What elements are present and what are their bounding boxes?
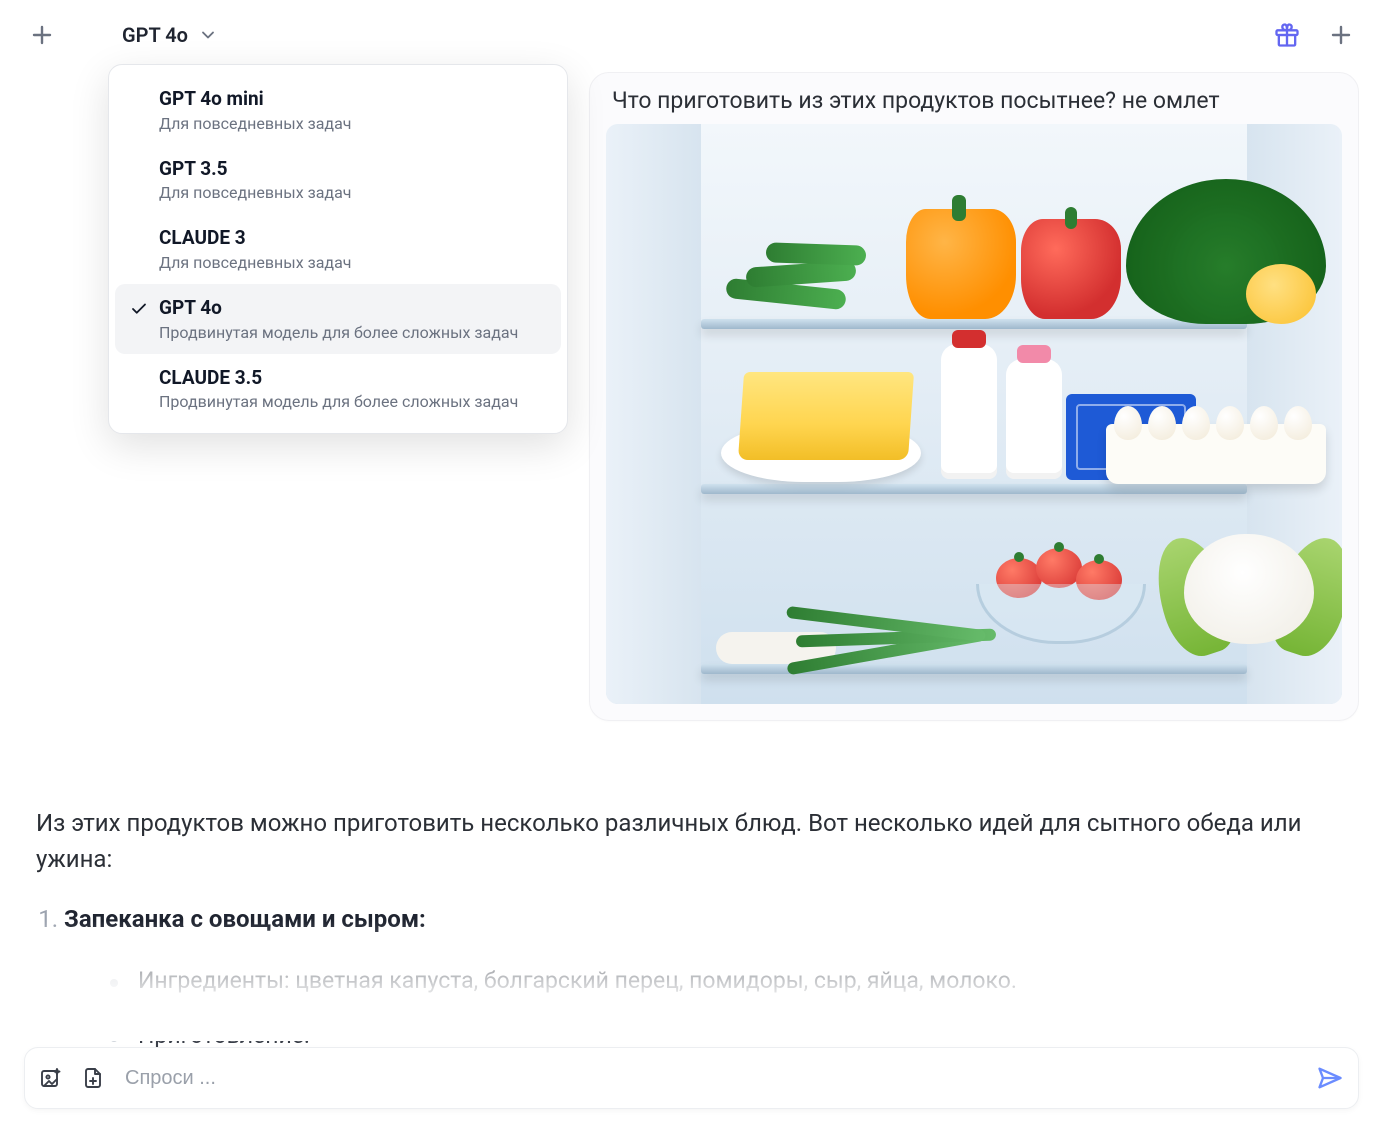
add-button[interactable]: [1323, 17, 1359, 53]
check-icon: [130, 300, 148, 318]
recipe-item: Запеканка с овощами и сыром: Ингредиенты…: [64, 905, 1356, 1049]
send-button[interactable]: [1316, 1064, 1344, 1092]
model-selector-label: GPT 4o: [122, 23, 188, 47]
model-option-title: CLAUDE 3.5: [159, 366, 518, 391]
recipe-bullet: Ингредиенты: цветная капуста, болгарский…: [110, 967, 1356, 994]
model-option-gpt4o-mini[interactable]: GPT 4o mini Для повседневных задач: [115, 75, 561, 145]
composer-input[interactable]: [123, 1066, 1298, 1091]
assistant-intro: Из этих продуктов можно приготовить неск…: [36, 805, 1356, 877]
recipe-title: Запеканка с овощами и сыром:: [64, 905, 426, 933]
image-sparkle-icon: [39, 1066, 63, 1090]
model-option-title: CLAUDE 3: [159, 226, 351, 251]
send-icon: [1316, 1064, 1344, 1092]
model-option-gpt35[interactable]: GPT 3.5 Для повседневных задач: [115, 145, 561, 215]
gift-button[interactable]: [1269, 17, 1305, 53]
model-option-gpt4o[interactable]: GPT 4o Продвинутая модель для более слож…: [115, 284, 561, 354]
user-attached-image[interactable]: [606, 124, 1342, 704]
plus-icon: [30, 23, 54, 47]
model-option-title: GPT 4o mini: [159, 87, 351, 112]
new-chat-button[interactable]: [24, 17, 60, 53]
model-option-subtitle: Продвинутая модель для более сложных зад…: [159, 323, 518, 342]
model-option-subtitle: Для повседневных задач: [159, 114, 351, 133]
model-option-claude35[interactable]: CLAUDE 3.5 Продвинутая модель для более …: [115, 354, 561, 424]
model-option-title: GPT 3.5: [159, 157, 351, 182]
plus-icon: [1329, 23, 1353, 47]
chevron-down-icon: [198, 25, 218, 45]
model-selector[interactable]: GPT 4o: [112, 17, 228, 53]
fridge-photo-illustration: [606, 124, 1342, 704]
model-option-title: GPT 4o: [159, 296, 518, 321]
user-message-text: Что приготовить из этих продуктов посытн…: [612, 87, 1342, 114]
image-attach-button[interactable]: [39, 1066, 63, 1090]
model-option-subtitle: Для повседневных задач: [159, 253, 351, 272]
recipe-bullet: Приготовление:: [110, 1022, 1356, 1049]
file-attach-button[interactable]: [81, 1066, 105, 1090]
user-message: Что приготовить из этих продуктов посытн…: [589, 72, 1359, 721]
model-option-subtitle: Продвинутая модель для более сложных зад…: [159, 392, 518, 411]
model-option-subtitle: Для повседневных задач: [159, 183, 351, 202]
model-option-claude3[interactable]: CLAUDE 3 Для повседневных задач: [115, 214, 561, 284]
composer: [24, 1047, 1359, 1109]
model-dropdown: GPT 4o mini Для повседневных задач GPT 3…: [108, 64, 568, 434]
gift-icon: [1273, 21, 1301, 49]
assistant-message: Из этих продуктов можно приготовить неск…: [36, 805, 1356, 1049]
file-plus-icon: [81, 1066, 105, 1090]
